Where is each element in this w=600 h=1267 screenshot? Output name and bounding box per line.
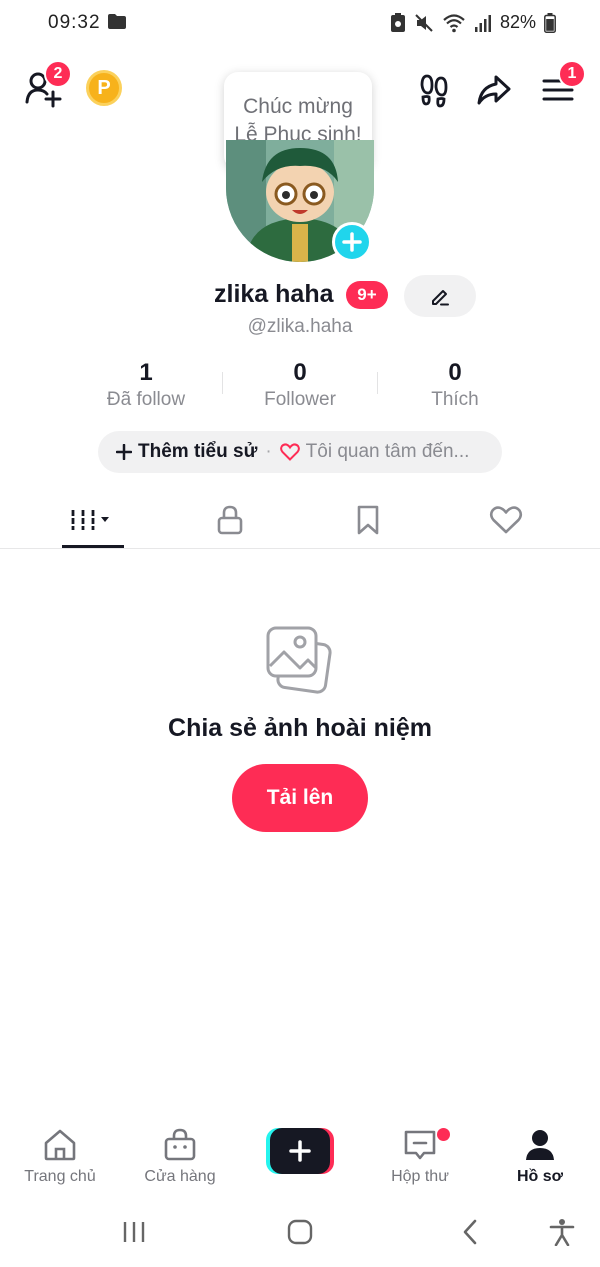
nav-shop-label: Cửa hàng <box>144 1168 216 1185</box>
add-bio-button[interactable]: Thêm tiểu sử <box>116 441 257 463</box>
recent-apps-button[interactable] <box>112 1216 156 1248</box>
followers-count: 0 <box>293 359 307 386</box>
notification-badge[interactable]: 9+ <box>346 281 388 309</box>
upload-button[interactable]: Tải lên <box>232 764 368 832</box>
share-profile-button[interactable] <box>474 70 514 110</box>
coin-button[interactable]: P <box>86 70 122 106</box>
folder-icon <box>108 14 126 29</box>
home-icon <box>44 1129 76 1161</box>
grid-dropdown-icon <box>71 510 109 530</box>
username: @zlika.haha <box>247 316 353 337</box>
edit-profile-button[interactable] <box>404 275 476 317</box>
accessibility-icon <box>549 1219 575 1246</box>
plus-icon <box>116 444 132 460</box>
nav-home-label: Trang chủ <box>24 1168 96 1185</box>
wifi-icon <box>443 13 465 32</box>
accessibility-button[interactable] <box>540 1216 584 1248</box>
tabs-divider <box>0 548 600 549</box>
plus-icon <box>342 232 362 252</box>
create-button[interactable] <box>266 1128 334 1174</box>
shop-icon <box>164 1128 196 1161</box>
signal-icon <box>474 14 491 32</box>
inbox-unread-dot <box>437 1128 450 1141</box>
profile-icon <box>526 1130 554 1160</box>
add-story-button[interactable] <box>332 222 372 262</box>
menu-button[interactable]: 1 <box>538 60 586 108</box>
followers-stat[interactable]: 0 Follower <box>220 358 380 412</box>
add-friend-button[interactable]: 2 <box>22 60 72 110</box>
display-name: zlika haha <box>214 280 334 308</box>
mute-icon <box>415 13 433 32</box>
bio-pill[interactable]: Thêm tiểu sử · Tôi quan tâm đến... <box>98 431 502 473</box>
interests-label: Tôi quan tâm đến... <box>305 441 470 462</box>
share-icon <box>477 75 511 105</box>
pencil-icon <box>432 290 449 306</box>
nav-inbox-label: Hộp thư <box>391 1168 449 1185</box>
add-friend-badge: 2 <box>44 60 72 88</box>
home-system-button[interactable] <box>278 1216 322 1248</box>
bookmark-icon <box>357 505 379 535</box>
home-square-icon <box>287 1219 313 1245</box>
following-label: Đã follow <box>106 389 186 410</box>
nav-home[interactable]: Trang chủ <box>0 1128 120 1186</box>
plus-icon <box>289 1140 311 1162</box>
back-button[interactable] <box>448 1216 492 1248</box>
tab-posts[interactable] <box>18 496 168 544</box>
storage-icon <box>390 12 405 32</box>
likes-stat[interactable]: 0 Thích <box>375 358 535 412</box>
back-icon <box>463 1219 477 1245</box>
following-count: 1 <box>139 359 153 386</box>
status-time: 09:32 <box>48 12 101 33</box>
empty-state-title: Chia sẻ ảnh hoài niệm <box>168 714 432 742</box>
tab-liked[interactable] <box>431 496 581 544</box>
inbox-icon <box>404 1130 436 1160</box>
likes-label: Thích <box>431 389 479 410</box>
followers-label: Follower <box>264 389 336 410</box>
profile-views-button[interactable] <box>414 70 454 110</box>
nav-profile-label: Hồ sơ <box>516 1168 564 1185</box>
heart-icon <box>279 443 300 461</box>
recent-apps-icon <box>123 1222 145 1242</box>
battery-percent: 82% <box>499 12 536 32</box>
nav-shop[interactable]: Cửa hàng <box>120 1128 240 1186</box>
nav-profile[interactable]: Hồ sơ <box>480 1128 600 1186</box>
nav-inbox[interactable]: Hộp thư <box>360 1128 480 1186</box>
lock-icon <box>217 505 243 535</box>
interests-button[interactable]: Tôi quan tâm đến... <box>279 441 470 463</box>
tab-private[interactable] <box>155 496 305 544</box>
battery-icon <box>544 12 556 33</box>
status-indicators: 82% <box>390 12 556 33</box>
footprint-icon <box>420 74 448 108</box>
likes-count: 0 <box>448 359 462 386</box>
add-bio-label: Thêm tiểu sử <box>138 441 258 462</box>
following-stat[interactable]: 1 Đã follow <box>66 358 226 412</box>
heart-outline-icon <box>489 506 523 534</box>
menu-badge: 1 <box>558 60 586 88</box>
tab-saved[interactable] <box>293 496 443 544</box>
photos-icon <box>266 626 332 694</box>
bio-separator: · <box>265 441 272 462</box>
